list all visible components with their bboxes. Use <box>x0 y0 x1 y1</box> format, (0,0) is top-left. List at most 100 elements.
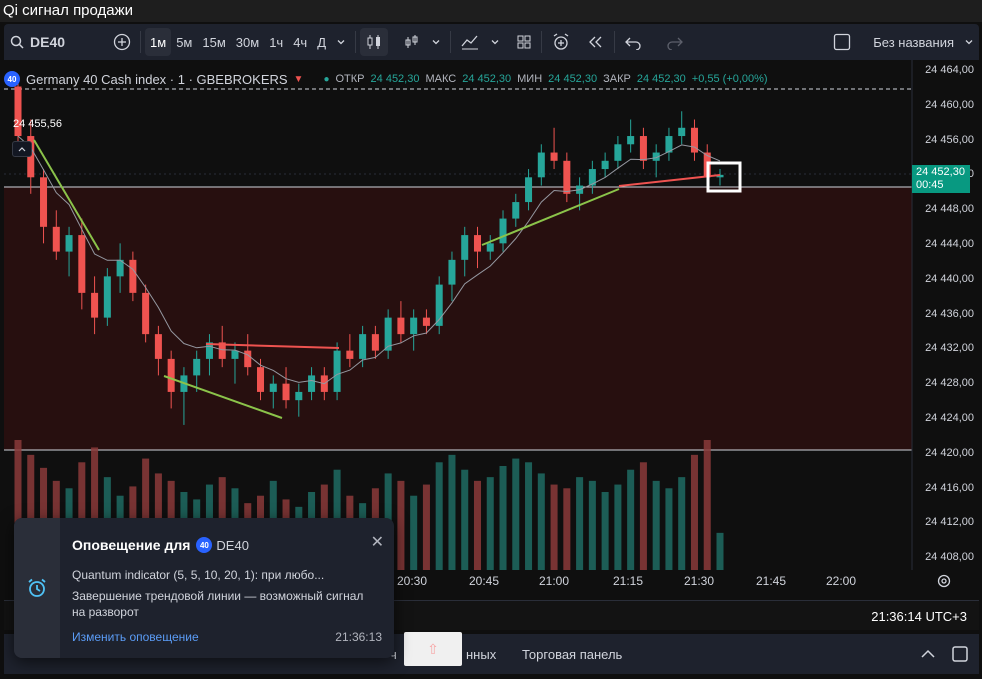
interval-4h-button[interactable]: 4ч <box>288 28 312 56</box>
scroll-up-arrow-button[interactable]: ⇧ <box>404 632 462 666</box>
candle-body <box>142 292 150 335</box>
replay-button[interactable] <box>582 28 610 56</box>
current-price-label: 24 452,30 00:45 <box>912 165 970 193</box>
volume-bar <box>448 454 456 570</box>
candle <box>142 284 150 343</box>
sell-zone-shade <box>4 187 912 450</box>
open-value: 24 452,30 <box>370 73 420 85</box>
volume-bar <box>461 469 469 570</box>
close-value: 24 452,30 <box>636 73 686 85</box>
toast-symbol-name: DE40 <box>216 537 249 553</box>
collapse-legend-button[interactable] <box>12 141 32 157</box>
edit-alert-link[interactable]: Изменить оповещение <box>72 630 199 644</box>
candles-style-button[interactable] <box>360 28 389 56</box>
candle-body <box>78 235 86 293</box>
layout-dropdown[interactable] <box>959 28 979 56</box>
server-clock[interactable]: 21:36:14 UTC+3 <box>871 609 967 624</box>
low-label: МИН <box>517 73 543 85</box>
indicators-dropdown[interactable] <box>485 28 505 56</box>
compare-symbol-button[interactable] <box>108 28 136 56</box>
bottom-tab-data[interactable]: нных <box>466 647 496 662</box>
indicators-icon <box>461 35 479 50</box>
time-tick-label: 22:00 <box>826 574 857 588</box>
interval-5m-button[interactable]: 5м <box>171 28 197 56</box>
interval-30m-button[interactable]: 30м <box>231 28 264 56</box>
bar-style-button[interactable] <box>398 28 426 56</box>
undo-icon <box>625 37 641 50</box>
time-tick-label: 21:45 <box>756 574 787 588</box>
candle-body <box>193 358 201 376</box>
market-closed-icon: ▼ <box>293 73 304 85</box>
candle-body <box>371 334 379 351</box>
instrument-title[interactable]: Germany 40 Cash index · 1 · GBEBROKERS <box>26 72 288 87</box>
volume-bar <box>627 469 635 570</box>
price-tick-label: 24 436,00 <box>925 307 974 320</box>
indicators-button[interactable] <box>455 28 485 56</box>
time-tick-label: 20:45 <box>469 574 500 588</box>
bar-chart-style-icon <box>405 35 418 48</box>
time-tick-label: 21:30 <box>684 574 715 588</box>
redo-button[interactable] <box>661 28 689 56</box>
candle-body <box>525 177 533 203</box>
volume-bar <box>703 440 711 570</box>
chart-settings-button[interactable] <box>936 573 952 594</box>
candle-body <box>550 152 558 161</box>
market-status-dot-icon: ● <box>323 73 330 85</box>
redo-icon <box>667 37 683 50</box>
volume-bar <box>512 458 520 570</box>
price-tick-label: 24 460,00 <box>925 98 974 111</box>
alarm-clock-plus-icon <box>553 33 569 50</box>
volume-bar <box>690 454 698 570</box>
high-value: 24 452,30 <box>462 73 512 85</box>
price-tick-label: 24 440,00 <box>925 272 974 285</box>
candle-body <box>537 152 545 178</box>
undo-button[interactable] <box>619 28 647 56</box>
candle-body <box>346 350 354 359</box>
time-tick-label: 21:15 <box>613 574 644 588</box>
maximize-icon[interactable] <box>950 644 970 664</box>
chevron-up-icon[interactable] <box>918 644 938 664</box>
candle-body <box>231 350 239 359</box>
bottom-tab-trading-panel[interactable]: Торговая панель <box>522 647 622 662</box>
price-tick-label: 24 432,00 <box>925 342 974 355</box>
alert-notification: Оповещение для 40 DE40 ✕ Quantum indicat… <box>14 518 394 658</box>
chart-legend: 40 Germany 40 Cash index · 1 · GBEBROKER… <box>4 70 768 88</box>
volume-bar <box>422 484 430 570</box>
price-tick-label: 24 408,00 <box>925 551 974 564</box>
layout-grid-button[interactable] <box>511 28 537 56</box>
toast-title: Оповещение для <box>72 537 191 553</box>
close-icon[interactable]: ✕ <box>371 532 384 552</box>
volume-bar <box>550 484 558 570</box>
interval-1m-button[interactable]: 1м <box>145 28 172 56</box>
price-tick-label: 24 444,00 <box>925 238 974 250</box>
grid-icon <box>517 35 531 49</box>
volume-bar <box>486 477 494 570</box>
volume-bar <box>563 488 571 570</box>
candle-body <box>461 235 469 260</box>
volume-bar <box>614 484 622 570</box>
interval-1h-button[interactable]: 1ч <box>264 28 288 56</box>
interval-15m-button[interactable]: 15м <box>197 28 230 56</box>
square-icon <box>834 33 851 51</box>
toast-symbol-badge: 40 <box>196 537 213 553</box>
price-tick-label: 24 448,00 <box>925 203 974 216</box>
bar-countdown: 00:45 <box>916 179 944 191</box>
candle-body <box>422 317 430 326</box>
chevron-down-icon <box>337 40 345 45</box>
volume-bar <box>435 462 443 570</box>
candle-body <box>167 358 175 392</box>
layout-name-button[interactable]: Без названия <box>868 28 959 56</box>
alert-button[interactable] <box>546 28 576 56</box>
price-scale[interactable]: 24 464,0024 460,0024 456,0024 452,0024 4… <box>912 60 978 570</box>
price-tick-label: 24 412,00 <box>925 516 974 529</box>
chart-type-dropdown[interactable] <box>426 28 446 56</box>
plus-circle-icon <box>113 33 131 51</box>
interval-dropdown-button[interactable] <box>331 28 351 56</box>
volume-bar <box>601 492 609 570</box>
symbol-search-button[interactable]: DE40 <box>4 28 70 56</box>
open-label: ОТКР <box>335 73 365 85</box>
chevron-down-icon <box>965 40 973 45</box>
interval-d-button[interactable]: Д <box>312 28 331 56</box>
toolbar-divider <box>140 31 142 53</box>
layout-checkbox[interactable] <box>828 28 856 56</box>
